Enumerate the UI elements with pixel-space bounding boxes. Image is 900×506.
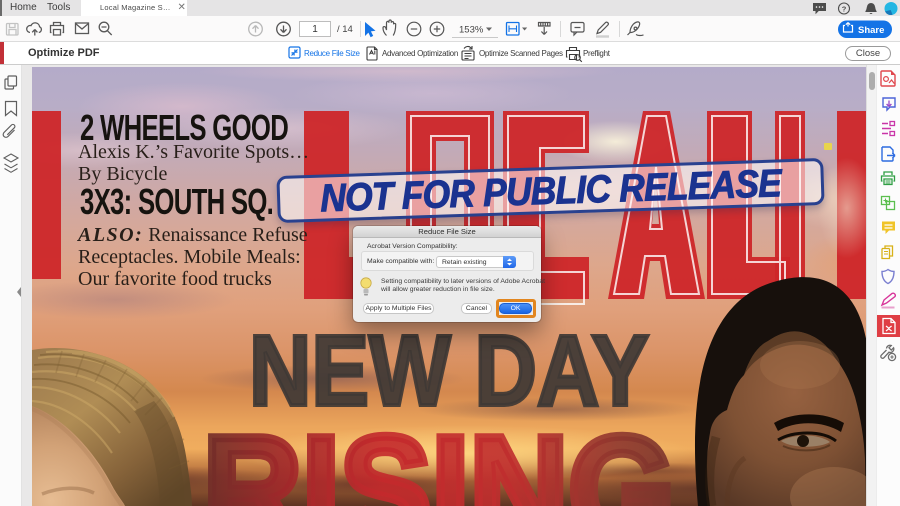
svg-text:/ 14: / 14 (337, 24, 353, 35)
svg-text:153%: 153% (459, 25, 484, 36)
svg-text:1: 1 (312, 24, 318, 35)
svg-text:Share: Share (858, 25, 884, 36)
svg-text:?: ? (842, 4, 847, 13)
